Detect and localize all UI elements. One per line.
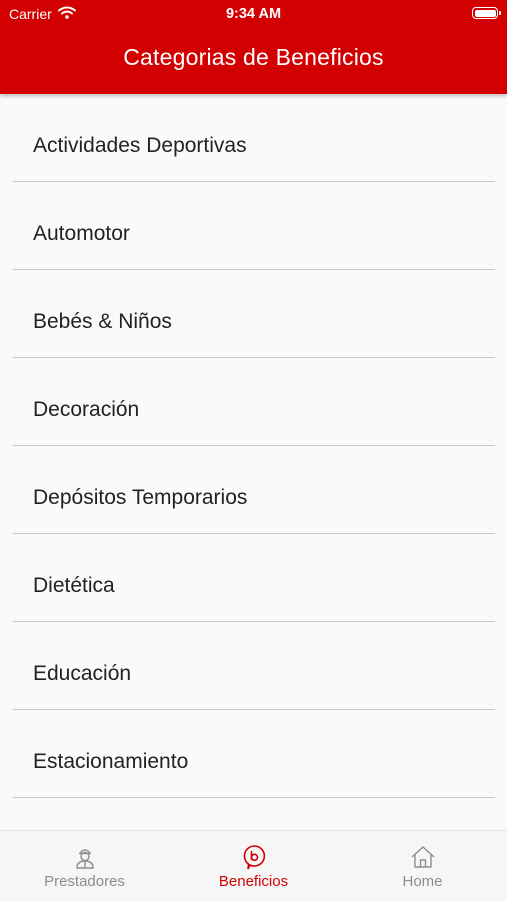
- header: Carrier 9:34 AM Categorias de Beneficios: [0, 0, 507, 94]
- tab-bar: Prestadores Beneficios Home: [0, 830, 507, 901]
- category-list: Actividades Deportivas Automotor Bebés &…: [0, 94, 507, 830]
- list-item-label: Automotor: [33, 221, 130, 245]
- list-item-label: Actividades Deportivas: [33, 133, 247, 157]
- battery-icon: [472, 7, 501, 19]
- tab-home[interactable]: Home: [338, 831, 507, 901]
- home-icon: [410, 844, 436, 870]
- list-item-label: Educación: [33, 661, 132, 685]
- person-icon: [74, 844, 96, 870]
- tab-label: Prestadores: [44, 873, 125, 890]
- list-item-label: Depósitos Temporarios: [33, 485, 248, 509]
- beneficios-icon: [242, 844, 266, 870]
- tab-label: Home: [402, 873, 443, 890]
- list-item-dietetica[interactable]: Dietética: [13, 534, 495, 622]
- list-item-depositos-temporarios[interactable]: Depósitos Temporarios: [13, 446, 495, 534]
- list-item-educacion[interactable]: Educación: [13, 622, 495, 710]
- status-bar: Carrier 9:34 AM: [0, 0, 507, 28]
- list-item-estacionamiento[interactable]: Estacionamiento: [13, 710, 495, 798]
- list-item-label: Decoración: [33, 397, 140, 421]
- list-item-label: Estacionamiento: [33, 749, 189, 773]
- list-item-actividades-deportivas[interactable]: Actividades Deportivas: [13, 94, 495, 182]
- tab-beneficios[interactable]: Beneficios: [169, 831, 338, 901]
- list-item-decoracion[interactable]: Decoración: [13, 358, 495, 446]
- status-time: 9:34 AM: [225, 6, 282, 22]
- list-item-bebes-ninos[interactable]: Bebés & Niños: [13, 270, 495, 358]
- tab-label: Beneficios: [218, 873, 289, 890]
- list-item-label: Dietética: [33, 573, 115, 597]
- list-item-label: Bebés & Niños: [33, 309, 172, 333]
- list-item-automotor[interactable]: Automotor: [13, 182, 495, 270]
- page-title: Categorias de Beneficios: [123, 44, 384, 70]
- tab-prestadores[interactable]: Prestadores: [0, 831, 169, 901]
